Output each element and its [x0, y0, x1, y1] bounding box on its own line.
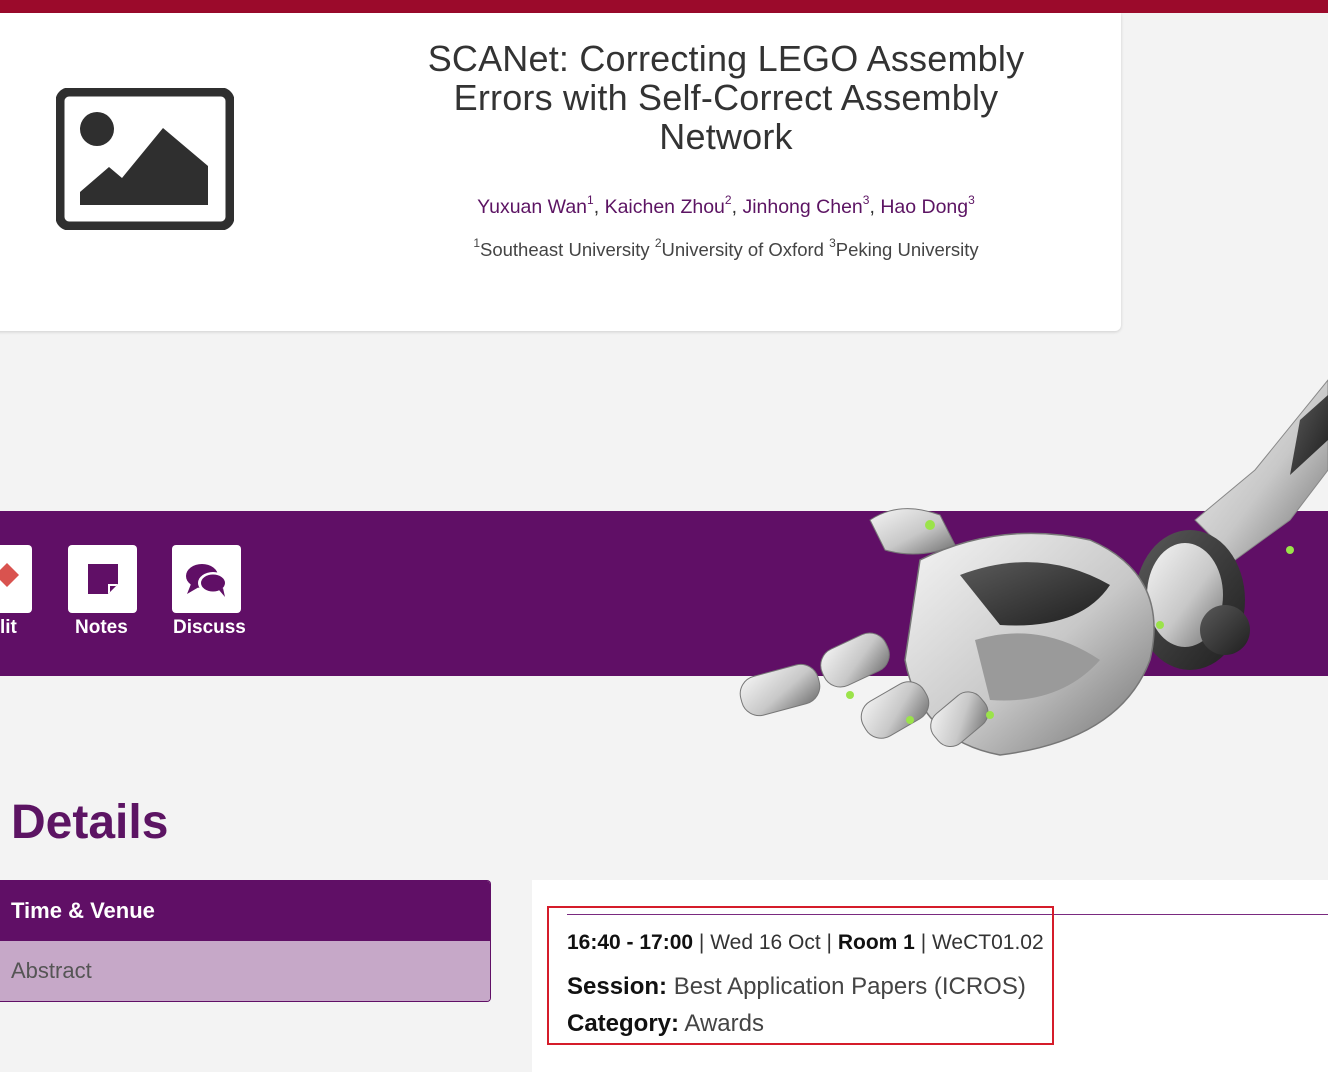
author-link[interactable]: Jinhong Chen3 [742, 193, 869, 218]
edit-button[interactable] [0, 545, 32, 613]
affiliation-list: 1Southeast University 2University of Oxf… [473, 236, 979, 260]
top-accent-bar [0, 0, 1328, 13]
notes-button-label: Notes [75, 617, 128, 638]
author-list: Yuxuan Wan1, Kaichen Zhou2, Jinhong Chen… [477, 193, 975, 218]
highlight-box [547, 906, 1054, 1045]
robot-hand-image [739, 379, 1328, 756]
author-link[interactable]: Hao Dong3 [880, 193, 975, 218]
time-venue-card: 16:40 - 17:00 | Wed 16 Oct | Room 1 | We… [532, 880, 1328, 1072]
paper-title: SCANet: Correcting LEGO Assembly Errors … [427, 38, 1025, 157]
discuss-button-label: Discuss [173, 617, 246, 638]
image-placeholder-icon [56, 88, 234, 230]
pencil-icon [0, 563, 19, 587]
author-link[interactable]: Yuxuan Wan1 [477, 193, 594, 218]
notes-button[interactable] [68, 545, 137, 613]
author-link[interactable]: Kaichen Zhou2 [605, 193, 732, 218]
discuss-button[interactable] [172, 545, 241, 613]
edit-button-label: lit [0, 617, 17, 638]
sticky-note-icon [88, 564, 118, 594]
tab-abstract[interactable]: Abstract [0, 941, 490, 1001]
comments-icon [186, 564, 228, 597]
paper-header-card: SCANet: Correcting LEGO Assembly Errors … [0, 13, 1121, 331]
tab-time-venue[interactable]: Time & Venue [0, 881, 490, 941]
details-tab-panel: Time & Venue Abstract [0, 880, 491, 1002]
details-heading: Details [11, 796, 169, 849]
